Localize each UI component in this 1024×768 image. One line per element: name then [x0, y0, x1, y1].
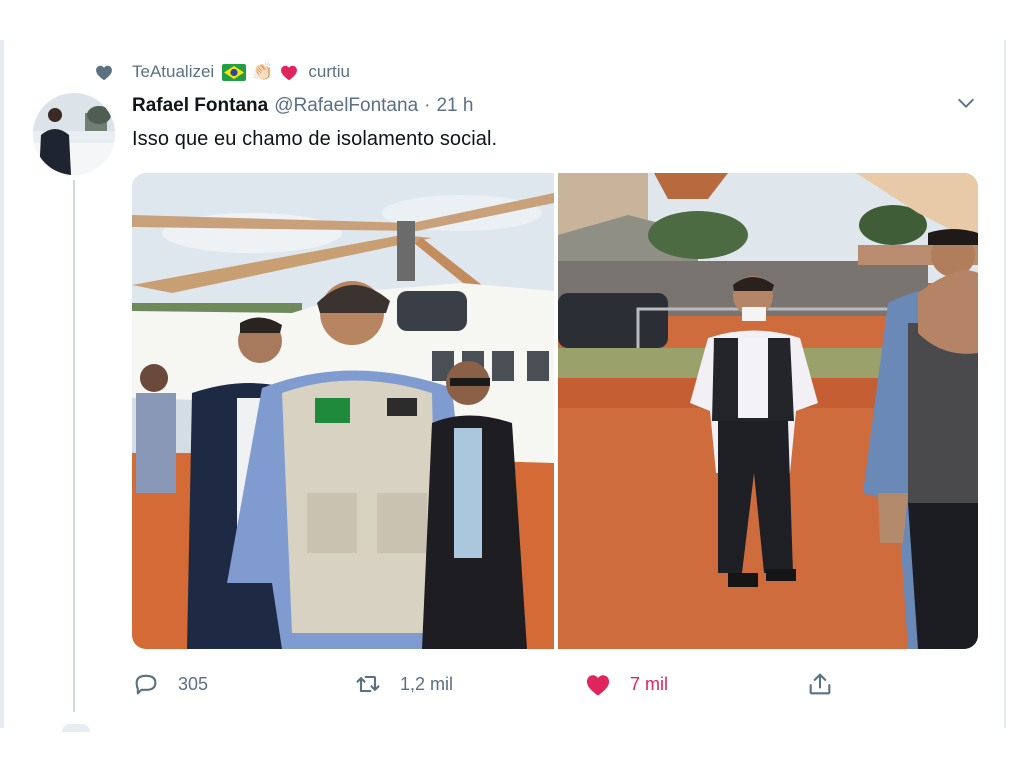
retweet-icon [356, 675, 380, 693]
reply-icon [135, 674, 157, 695]
heart-icon [96, 65, 112, 80]
red-heart-icon [281, 65, 298, 80]
share-icon [809, 673, 831, 695]
author-handle[interactable]: @RafaelFontana [274, 95, 418, 117]
share-button[interactable] [806, 664, 852, 704]
timeline-border-left [0, 40, 4, 730]
next-tweet-avatar-stub [62, 724, 90, 732]
reply-button[interactable]: 305 [132, 664, 208, 704]
brazil-flag-icon [222, 63, 247, 81]
avatar-image [33, 93, 115, 175]
separator-dot: · [424, 95, 431, 116]
tweet-text: Isso que eu chamo de isolamento social. [132, 128, 498, 150]
author-name[interactable]: Rafael Fontana [132, 95, 268, 117]
chevron-down-icon[interactable] [955, 92, 977, 114]
like-button[interactable]: 7 mil [584, 664, 668, 704]
tweet-header: Rafael Fontana @RafaelFontana · 21 h [132, 92, 473, 120]
tweet-actions: 305 1,2 mil 7 mil [132, 664, 978, 704]
tweet-media [132, 173, 978, 649]
reply-count: 305 [178, 673, 209, 694]
tweet-timestamp[interactable]: 21 h [436, 95, 473, 117]
retweet-count: 1,2 mil [400, 673, 454, 694]
thread-line [73, 180, 75, 712]
heart-filled-icon [586, 675, 610, 696]
media-photo-2[interactable] [558, 173, 978, 649]
social-context-user[interactable]: TeAtualizei [132, 62, 214, 82]
raised-hands-icon: 👏🏻 [252, 62, 274, 81]
retweet-button[interactable]: 1,2 mil [354, 664, 453, 704]
avatar[interactable] [33, 93, 115, 175]
timeline-border-right [1004, 40, 1006, 730]
social-context: TeAtualizei 👏🏻 curtiu [94, 60, 350, 84]
timeline-bottom [0, 728, 1024, 768]
social-context-action: curtiu [308, 62, 350, 81]
media-photo-1[interactable] [132, 173, 554, 649]
like-count: 7 mil [630, 673, 669, 694]
